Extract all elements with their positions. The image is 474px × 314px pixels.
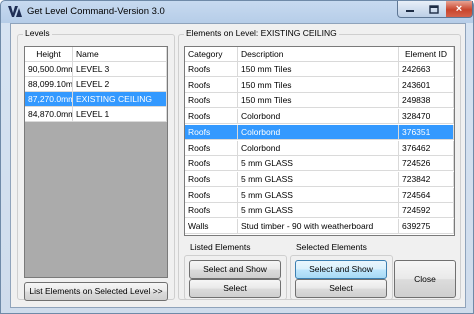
element-row-selected[interactable]: Roofs Colorbond 376351 (185, 124, 454, 140)
element-id: 249838 (399, 93, 454, 109)
element-row[interactable]: Roofs 150 mm Tiles 249838 (185, 93, 454, 109)
elements-header: Category Description Element ID (185, 47, 454, 62)
element-description: 5 mm GLASS (238, 187, 399, 203)
element-description: 150 mm Tiles (238, 77, 399, 93)
element-id: 723842 (399, 171, 454, 187)
element-id: 376351 (399, 124, 454, 140)
element-description: 150 mm Tiles (238, 62, 399, 77)
level-row[interactable]: 90,500.0mm LEVEL 3 (25, 62, 167, 77)
element-row[interactable]: Roofs 5 mm GLASS 724592 (185, 203, 454, 219)
element-row[interactable]: Roofs 150 mm Tiles 242663 (185, 62, 454, 77)
element-description: Colorbond (238, 124, 399, 140)
element-description: Colorbond (238, 109, 399, 125)
selected-select-and-show-button[interactable]: Select and Show (295, 260, 387, 279)
selected-elements-group-title: Selected Elements (294, 242, 369, 252)
element-description: 5 mm GLASS (238, 203, 399, 219)
level-row-selected[interactable]: 87,270.0mm EXISTING CEILING (25, 92, 167, 107)
levels-group-title: Levels (23, 28, 52, 38)
element-id: 724592 (399, 203, 454, 219)
element-row[interactable]: Roofs Colorbond 328470 (185, 109, 454, 125)
element-category: Roofs (185, 109, 238, 125)
element-row[interactable]: Roofs 150 mm Tiles 243601 (185, 77, 454, 93)
close-button[interactable]: Close (394, 260, 456, 298)
minimize-button[interactable] (397, 1, 423, 18)
element-category: Walls (185, 219, 238, 234)
level-row[interactable]: 84,870.0mm LEVEL 1 (25, 107, 167, 122)
element-category: Roofs (185, 124, 238, 140)
element-id: 724526 (399, 156, 454, 172)
listed-select-button[interactable]: Select (189, 279, 281, 298)
maximize-icon (429, 4, 439, 14)
column-header-height[interactable]: Height (25, 47, 73, 62)
element-description: 5 mm GLASS (238, 156, 399, 172)
close-icon: × (455, 3, 463, 15)
app-logo-icon (8, 6, 22, 17)
element-description: 5 mm GLASS (238, 171, 399, 187)
element-category: Roofs (185, 93, 238, 109)
element-description: Stud timber - 90 with weatherboard (238, 219, 399, 234)
element-row[interactable]: Roofs Colorbond 376462 (185, 140, 454, 156)
element-description: 150 mm Tiles (238, 93, 399, 109)
element-category: Roofs (185, 77, 238, 93)
level-height: 90,500.0mm (25, 62, 73, 77)
level-row[interactable]: 88,099.10mm LEVEL 2 (25, 77, 167, 92)
level-name: EXISTING CEILING (73, 92, 167, 107)
element-row[interactable]: Walls Stud timber - 90 with weatherboard 6… (185, 219, 454, 234)
element-category: Roofs (185, 140, 238, 156)
list-elements-button[interactable]: List Elements on Selected Level >> (24, 282, 168, 301)
column-header-category[interactable]: Category (185, 47, 238, 62)
close-window-button[interactable]: × (446, 1, 473, 18)
element-id: 328470 (399, 109, 454, 125)
element-id: 724564 (399, 187, 454, 203)
listed-select-and-show-button[interactable]: Select and Show (189, 260, 281, 279)
level-name: LEVEL 3 (73, 62, 167, 77)
minimize-icon (406, 10, 414, 12)
column-header-element-id[interactable]: Element ID (399, 47, 454, 62)
element-id: 242663 (399, 62, 454, 77)
dialog-client-area: Levels Height Name 90,500.0mm LEVEL 3 88… (10, 23, 466, 308)
maximize-button[interactable] (422, 1, 447, 18)
listed-elements-group-title: Listed Elements (188, 242, 253, 252)
level-name: LEVEL 2 (73, 77, 167, 92)
column-header-description[interactable]: Description (238, 47, 399, 62)
element-row[interactable]: Roofs 5 mm GLASS 723842 (185, 171, 454, 187)
element-category: Roofs (185, 171, 238, 187)
element-id: 639275 (399, 219, 454, 234)
element-id: 376462 (399, 140, 454, 156)
element-category: Roofs (185, 62, 238, 77)
elements-list[interactable]: Category Description Element ID Roofs 150… (184, 46, 455, 236)
element-id: 243601 (399, 77, 454, 93)
level-height: 84,870.0mm (25, 107, 73, 122)
title-bar[interactable]: Get Level Command-Version 3.0 × (1, 1, 473, 23)
levels-header: Height Name (25, 47, 167, 62)
element-category: Roofs (185, 187, 238, 203)
level-height: 87,270.0mm (25, 92, 73, 107)
element-category: Roofs (185, 203, 238, 219)
element-description: Colorbond (238, 140, 399, 156)
column-header-name[interactable]: Name (73, 47, 167, 62)
element-category: Roofs (185, 156, 238, 172)
window-title: Get Level Command-Version 3.0 (27, 6, 165, 17)
level-height: 88,099.10mm (25, 77, 73, 92)
elements-group-title: Elements on Level: EXISTING CEILING (184, 28, 339, 38)
selected-select-button[interactable]: Select (295, 279, 387, 298)
level-name: LEVEL 1 (73, 107, 167, 122)
element-row[interactable]: Roofs 5 mm GLASS 724564 (185, 187, 454, 203)
main-window: Get Level Command-Version 3.0 × Levels H… (0, 0, 474, 314)
element-row[interactable]: Roofs 5 mm GLASS 724526 (185, 156, 454, 172)
levels-list[interactable]: Height Name 90,500.0mm LEVEL 3 88,099.10… (24, 46, 168, 278)
